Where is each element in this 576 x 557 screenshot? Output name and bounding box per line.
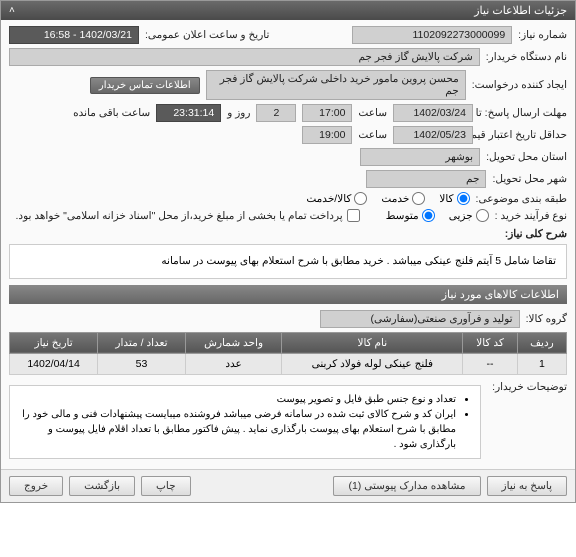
deadline-label: مهلت ارسال پاسخ: تا تاریخ:: [479, 107, 567, 119]
cat-kalakhadamat-option[interactable]: کالا/خدمت: [306, 192, 367, 205]
time-label-2: ساعت: [358, 129, 387, 141]
table-row[interactable]: 1 -- فلنج عینکی لوله فولاد کربنی عدد 53 …: [10, 353, 567, 374]
city-label: شهر محل تحویل:: [492, 173, 567, 185]
bt-motevaset-option[interactable]: متوسط: [386, 209, 435, 222]
category-radio-group: کالا خدمت کالا/خدمت: [306, 192, 469, 205]
buyer-field: شرکت پالایش گاز فجر جم: [9, 48, 480, 66]
payment-note: پرداخت تمام یا بخشی از مبلغ خرید،از محل …: [16, 210, 343, 222]
cell-date: 1402/04/14: [10, 353, 98, 374]
cell-unit: عدد: [185, 353, 282, 374]
bt-jozi-option[interactable]: جزیی: [449, 209, 489, 222]
desc-label: شرح کلی نیاز:: [505, 228, 567, 240]
group-label: گروه کالا:: [526, 313, 567, 325]
cat-kala-radio[interactable]: [457, 192, 470, 205]
th-code: کد کالا: [463, 332, 518, 353]
city-field: جم: [366, 170, 486, 188]
days-left-field: 2: [256, 104, 296, 122]
print-button[interactable]: چاپ: [141, 476, 191, 496]
buyer-notes-box: تعداد و نوع جنس طبق فایل و تصویر پیوست ا…: [9, 385, 481, 459]
validity-date-field: 1402/05/23: [393, 126, 473, 144]
buytype-label: نوع فرآیند خرید :: [495, 210, 567, 222]
contact-button[interactable]: اطلاعات تماس خریدار: [90, 77, 200, 94]
validity-time-field: 19:00: [302, 126, 352, 144]
respond-button[interactable]: پاسخ به نیاز: [487, 476, 567, 496]
cat-kala-option[interactable]: کالا: [439, 192, 469, 205]
th-date: تاریخ نیاز: [10, 332, 98, 353]
bt-motevaset-radio[interactable]: [422, 209, 435, 222]
cat-khadamat-radio[interactable]: [412, 192, 425, 205]
bt-jozi-radio[interactable]: [476, 209, 489, 222]
time-label-1: ساعت: [358, 107, 387, 119]
buyer-notes-label: توضیحات خریدار:: [487, 381, 567, 393]
cell-row: 1: [517, 353, 566, 374]
th-unit: واحد شمارش: [185, 332, 282, 353]
remain-label: ساعت باقی مانده: [73, 107, 150, 119]
th-qty: تعداد / متدار: [98, 332, 186, 353]
announce-label: تاریخ و ساعت اعلان عمومی:: [145, 29, 269, 41]
cell-qty: 53: [98, 353, 186, 374]
category-label: طبقه بندی موضوعی:: [476, 193, 567, 205]
cat-kalakhadamat-radio[interactable]: [354, 192, 367, 205]
deadline-date-field: 1402/03/24: [393, 104, 473, 122]
cell-name: فلنج عینکی لوله فولاد کربنی: [282, 353, 463, 374]
items-table: ردیف کد کالا نام کالا واحد شمارش تعداد /…: [9, 332, 567, 375]
niaz-no-label: شماره نیاز:: [518, 29, 567, 41]
back-button[interactable]: بازگشت: [69, 476, 135, 496]
main-panel: جزئیات اطلاعات نیاز ˄ شماره نیاز: 110209…: [0, 0, 576, 503]
buytype-radio-group: جزیی متوسط: [386, 209, 489, 222]
note-line-2: ایران کد و شرح کالای ثبت شده در سامانه ف…: [18, 407, 456, 452]
exit-button[interactable]: خروج: [9, 476, 63, 496]
announce-field: 1402/03/21 - 16:58: [9, 26, 139, 44]
table-header-row: ردیف کد کالا نام کالا واحد شمارش تعداد /…: [10, 332, 567, 353]
day-label: روز و: [227, 107, 250, 119]
creator-label: ایجاد کننده درخواست:: [472, 79, 567, 91]
items-header: اطلاعات کالاهای مورد نیاز: [9, 285, 567, 304]
panel-title: جزئیات اطلاعات نیاز: [474, 4, 567, 17]
collapse-icon[interactable]: ˄: [9, 5, 15, 16]
note-line-1: تعداد و نوع جنس طبق فایل و تصویر پیوست: [18, 392, 456, 407]
province-field: بوشهر: [360, 148, 480, 166]
creator-field: محسن پروین مامور خرید داخلی شرکت پالایش …: [206, 70, 466, 100]
remain-time-field: 23:31:14: [156, 104, 221, 122]
cat-khadamat-option[interactable]: خدمت: [381, 192, 425, 205]
payment-checkbox[interactable]: [347, 209, 360, 222]
validity-label: حداقل تاریخ اعتبار قیمت: تا تاریخ:: [479, 129, 567, 141]
deadline-time-field: 17:00: [302, 104, 352, 122]
footer-bar: پاسخ به نیاز مشاهده مدارک پیوستی (1) چاپ…: [1, 469, 575, 502]
th-row: ردیف: [517, 332, 566, 353]
niaz-no-field: 1102092273000099: [352, 26, 512, 44]
attachments-button[interactable]: مشاهده مدارک پیوستی (1): [333, 476, 480, 496]
th-name: نام کالا: [282, 332, 463, 353]
desc-box: تقاضا شامل 5 آیتم فلنج عینکی میباشد . خر…: [9, 244, 567, 279]
buyer-label: نام دستگاه خریدار:: [486, 51, 567, 63]
panel-header: جزئیات اطلاعات نیاز ˄: [1, 1, 575, 20]
cell-code: --: [463, 353, 518, 374]
province-label: استان محل تحویل:: [486, 151, 567, 163]
payment-checkbox-wrap[interactable]: پرداخت تمام یا بخشی از مبلغ خرید،از محل …: [16, 209, 360, 222]
group-field: تولید و فرآوری صنعتی(سفارشی): [320, 310, 520, 328]
panel-body: شماره نیاز: 1102092273000099 تاریخ و ساع…: [1, 20, 575, 469]
